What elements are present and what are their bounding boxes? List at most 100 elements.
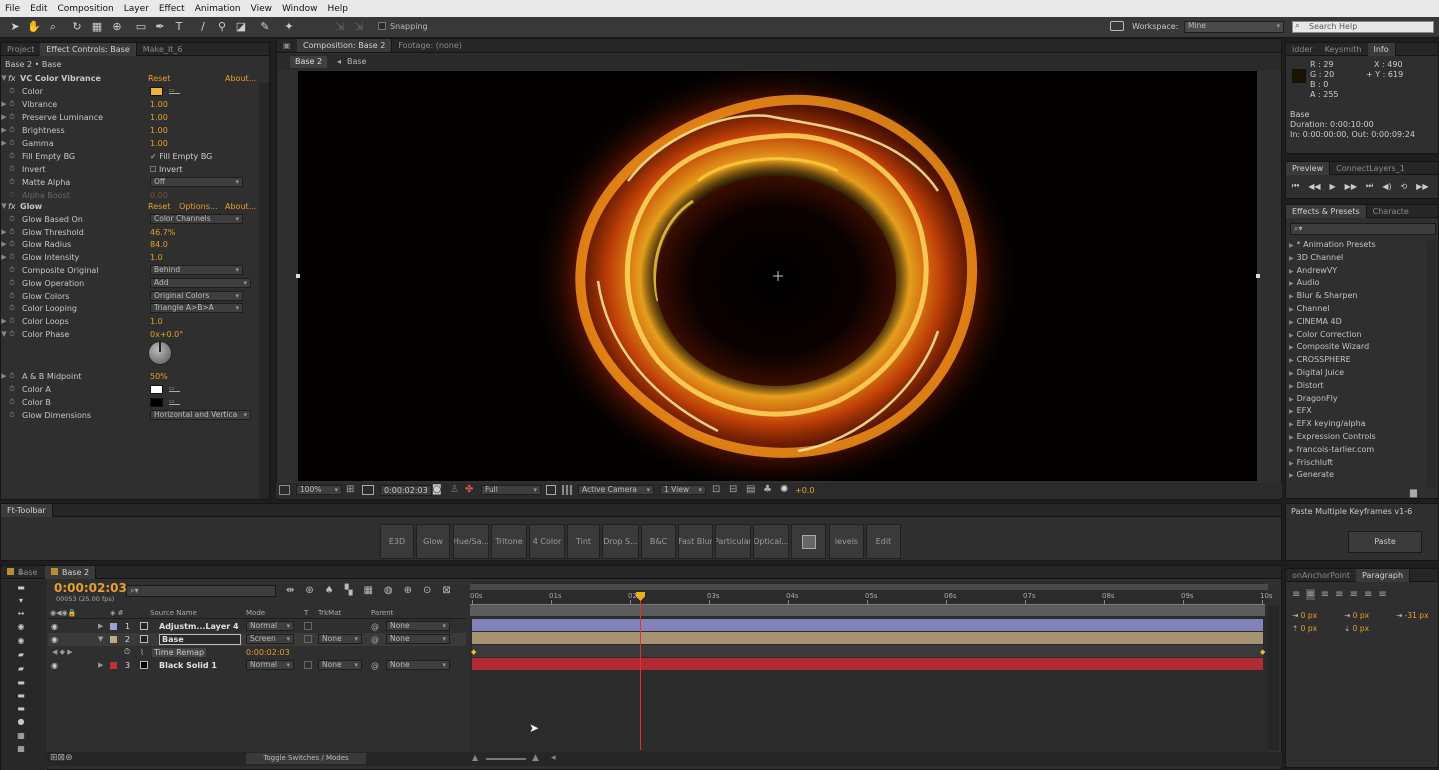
effects-category-digital-juice[interactable]: ▶ Digital Juice [1289, 368, 1344, 381]
matte-alpha-dropdown[interactable]: Off [150, 177, 243, 187]
invert-checkbox[interactable]: Invert [150, 165, 183, 174]
stopwatch-icon[interactable]: ⏱ [8, 100, 16, 109]
effects-category-animation-presets[interactable]: ▶ * Animation Presets [1289, 240, 1376, 253]
stopwatch-icon[interactable]: ⏱ [8, 279, 16, 288]
stopwatch-icon[interactable]: ⏱ [8, 178, 16, 187]
ft-button-e3d[interactable]: E3D [380, 524, 414, 559]
glow-reset-link[interactable]: Reset [148, 202, 170, 211]
blend-mode-dropdown[interactable]: Screen [246, 634, 294, 644]
exposure-value[interactable]: +0.0 [795, 486, 814, 495]
vc-prop-color[interactable]: ⏱ Color [0, 85, 258, 98]
stopwatch-icon[interactable]: ⏱ [8, 126, 16, 135]
space-before-field[interactable]: ⇡ 0 px [1292, 624, 1317, 633]
view-layout-dropdown[interactable]: 1 View [660, 485, 706, 495]
glow-prop-color-b[interactable]: ⏱ Color B [0, 396, 258, 409]
effects-category-crossphere[interactable]: ▶ CROSSPHERE [1289, 355, 1351, 368]
brainstorm-icon[interactable]: ⊕ [404, 585, 412, 596]
tab-base-2[interactable]: Base 2 [45, 565, 97, 579]
indent-first-field[interactable]: ⇥ 0 px [1344, 611, 1369, 620]
tab-composition[interactable]: Composition: Base 2 [297, 39, 393, 52]
ft-button-drop-s[interactable]: Drop S... [602, 524, 639, 559]
ft-button-glow[interactable]: Glow [416, 524, 450, 559]
stopwatch-icon[interactable]: ⏱ [8, 317, 16, 326]
stopwatch-icon[interactable]: ⏱ [8, 215, 16, 224]
align-right-icon[interactable]: ≡ [1321, 589, 1329, 600]
effects-category-expression-controls[interactable]: ▶ Expression Controls [1289, 432, 1376, 445]
expand-triangle-icon[interactable]: ▶ [0, 126, 8, 134]
crumb-base[interactable]: Base [347, 56, 366, 68]
ft-button-optical[interactable]: Optical... [753, 524, 789, 559]
vc-value-brightness[interactable]: 1.00 [150, 126, 168, 135]
glow-about-link[interactable]: About... [225, 202, 256, 211]
tab-connectlayers[interactable]: ConnectLayers_1 [1330, 162, 1411, 175]
effects-category-blur-sharpen[interactable]: ▶ Blur & Sharpen [1289, 291, 1357, 304]
eraser-tool-icon[interactable]: ◪ [234, 20, 248, 34]
ft-button-tritone[interactable]: Tritone [491, 524, 527, 559]
film-icon-2[interactable]: ▦ [14, 744, 28, 753]
effects-category-color-correction[interactable]: ▶ Color Correction [1289, 330, 1361, 343]
comp-lock-icon[interactable]: ▣ [277, 39, 297, 52]
expand-triangle-icon[interactable]: ▶ [0, 139, 8, 147]
layer-name[interactable]: Base [159, 633, 241, 645]
menu-window[interactable]: Window [277, 4, 323, 14]
live-update-icon[interactable]: ⊛ [305, 585, 313, 596]
preserve-transparency-checkbox[interactable] [304, 622, 312, 630]
roto-brush-tool-icon[interactable]: ✎ [258, 20, 272, 34]
menu-composition[interactable]: Composition [53, 4, 119, 14]
circle-icon[interactable]: ● [14, 717, 28, 726]
timeline-layer-black-solid-1[interactable]: ◉ ▶ 3 Black Solid 1 Normal None @ None [48, 659, 466, 672]
parent-dropdown[interactable]: None [386, 621, 450, 631]
frame-blending-icon[interactable]: ▦ [363, 585, 372, 596]
justify-all-icon[interactable]: ≡ [1378, 589, 1386, 600]
expand-triangle-icon[interactable]: ▶ [98, 661, 103, 669]
glow-prop-glow-radius[interactable]: ▶ ⏱ Glow Radius [0, 238, 258, 251]
glow-dropdown-glow-colors[interactable]: Original Colors [150, 291, 243, 301]
link-icon[interactable]: ↔ [14, 609, 28, 618]
vc-value-preserve-luminance[interactable]: 1.00 [150, 113, 168, 122]
glow-dropdown-color-looping[interactable]: Triangle A>B>A [150, 303, 243, 313]
expand-triangle-icon[interactable]: ▶ [0, 240, 8, 248]
time-remap-value[interactable]: 0:00:02:03 [246, 648, 290, 657]
tab-preview[interactable]: Preview [1286, 161, 1331, 175]
footer-icons[interactable]: ⊞⊠⊛ [50, 753, 73, 763]
effects-category-dragonfly[interactable]: ▶ DragonFly [1289, 394, 1338, 407]
expand-triangle-icon[interactable]: ▶ [0, 317, 8, 325]
timeline-strip-icon[interactable]: ⊥ [14, 567, 28, 576]
ft-button-tint[interactable]: Tint [567, 524, 600, 559]
stopwatch-icon[interactable]: ⏱ [8, 398, 16, 407]
toggle-switches-modes-button[interactable]: Toggle Switches / Modes [246, 753, 366, 764]
glow-dropdown-glow-dimensions[interactable]: Horizontal and Vertica [150, 410, 251, 420]
menu-edit[interactable]: Edit [25, 4, 52, 14]
glow-value-color-phase[interactable]: 0x+0.0° [150, 330, 183, 339]
rotate-tool-icon[interactable]: ↻ [70, 20, 84, 34]
stopwatch-icon[interactable]: ⏱ [8, 304, 16, 313]
graph-icon[interactable]: ⌇ [140, 648, 144, 657]
effects-category-efx-keying-alpha[interactable]: ▶ EFX keying/alpha [1289, 419, 1366, 432]
ft-button-image[interactable] [791, 524, 826, 559]
crumb-base-2[interactable]: Base 2 [290, 56, 328, 68]
vc-prop-invert[interactable]: ⏱ Invert [0, 163, 258, 176]
glow-options-link[interactable]: Options... [179, 202, 218, 211]
justify-left-icon[interactable]: ≡ [1335, 589, 1343, 600]
effects-category-cinema-4d[interactable]: ▶ CINEMA 4D [1289, 317, 1342, 330]
justify-center-icon[interactable]: ≡ [1350, 589, 1358, 600]
effects-category-andrewvy[interactable]: ▶ AndrewVY [1289, 266, 1337, 279]
timeline-timecode[interactable]: 0:00:02:03 [54, 581, 127, 595]
tab-effect-controls[interactable]: Effect Controls: Base [40, 42, 137, 56]
timeline-layer-adjustm-layer-4[interactable]: ◉ ▶ 1 Adjustm...Layer 4 Normal @ None [48, 620, 466, 633]
zoom-dropdown[interactable]: 100% [296, 485, 342, 495]
layer-name[interactable]: Black Solid 1 [159, 661, 217, 670]
transform-handle-left[interactable] [296, 274, 300, 278]
track-matte-dropdown[interactable]: None [318, 660, 362, 670]
keyframe-start-icon[interactable]: ◆ [471, 648, 476, 656]
label-color-swatch[interactable] [110, 623, 117, 630]
menu-view[interactable]: View [246, 4, 277, 14]
effects-category-audio[interactable]: ▶ Audio [1289, 278, 1319, 291]
glow-dropdown-glow-operation[interactable]: Add [150, 278, 251, 288]
hide-shy-icon[interactable]: ▚ [345, 585, 353, 596]
glow-prop-glow-threshold[interactable]: ▶ ⏱ Glow Threshold [0, 226, 258, 239]
parent-pickwhip-icon[interactable]: @ [371, 635, 379, 644]
stopwatch-icon[interactable]: ⏱ [8, 411, 16, 420]
stopwatch-icon[interactable]: ⏱ [8, 152, 16, 161]
menu-effect[interactable]: Effect [154, 4, 190, 14]
